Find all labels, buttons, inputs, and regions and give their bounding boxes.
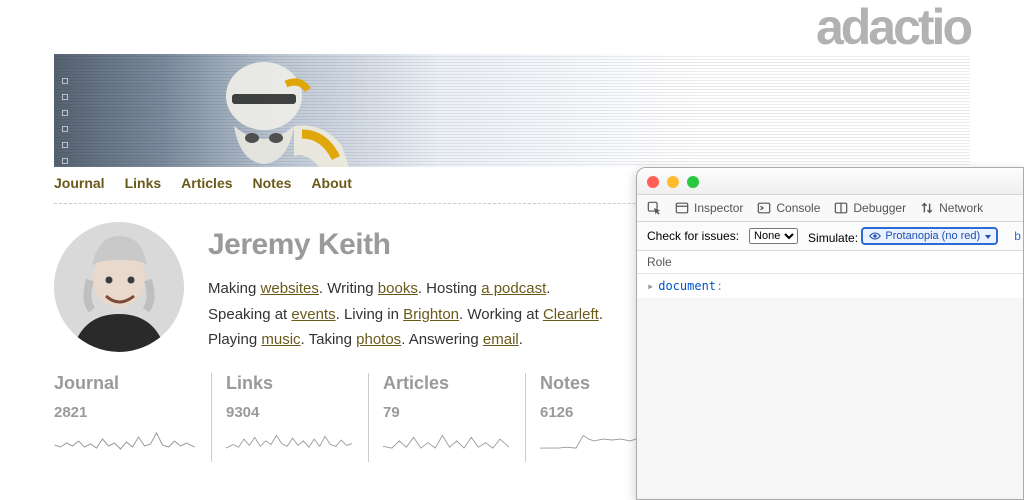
link-clearleft[interactable]: Clearleft <box>543 306 599 323</box>
minimize-window-button[interactable] <box>667 176 679 188</box>
stat-journal[interactable]: Journal 2821 <box>54 373 209 462</box>
link-photos[interactable]: photos <box>356 331 401 348</box>
stat-articles[interactable]: Articles 79 <box>368 373 523 462</box>
nav-item-journal[interactable]: Journal <box>54 175 105 191</box>
debugger-icon <box>834 201 848 215</box>
tab-debugger[interactable]: Debugger <box>834 201 906 215</box>
tab-network[interactable]: Network <box>920 201 983 215</box>
link-brighton[interactable]: Brighton <box>403 306 459 323</box>
truncated-text: b <box>1014 229 1021 243</box>
banner-illustration-stormtrooper <box>184 56 384 167</box>
simulate-select[interactable]: Protanopia (no red) <box>861 227 998 245</box>
stat-count: 9304 <box>226 404 352 421</box>
sparkline-links <box>226 427 352 453</box>
element-picker-icon <box>647 201 661 215</box>
check-issues-select[interactable]: None <box>749 228 798 244</box>
devtools-tabs: Inspector Console Debugger Network <box>637 194 1023 222</box>
link-music[interactable]: music <box>261 331 300 348</box>
accessibility-role-header: Role <box>637 251 1023 274</box>
network-icon <box>920 201 934 215</box>
sparkline-articles <box>383 427 509 453</box>
accessibility-tree-row[interactable]: ▸document: <box>637 274 1023 298</box>
link-podcast[interactable]: a podcast <box>481 280 546 297</box>
nav-item-links[interactable]: Links <box>125 175 162 191</box>
banner-ornament-squares <box>62 78 68 164</box>
link-events[interactable]: events <box>291 306 335 323</box>
simulate-label: Simulate: <box>808 231 858 245</box>
eye-icon <box>869 230 881 242</box>
nav-item-about[interactable]: About <box>311 175 351 191</box>
tab-label: Network <box>939 201 983 215</box>
tab-label: Inspector <box>694 201 743 215</box>
bio-line-2: Speaking at events. Living in Brighton. … <box>208 302 603 328</box>
link-email[interactable]: email <box>483 331 519 348</box>
nav-item-articles[interactable]: Articles <box>181 175 232 191</box>
inspector-icon <box>675 201 689 215</box>
link-books[interactable]: books <box>378 280 418 297</box>
simulate-value: Protanopia (no red) <box>885 230 980 242</box>
stat-label: Articles <box>383 373 509 394</box>
stat-count: 2821 <box>54 404 195 421</box>
stat-label: Journal <box>54 373 195 394</box>
pick-element-button[interactable] <box>647 201 661 215</box>
link-websites[interactable]: websites <box>261 280 319 297</box>
bio-line-1: Making websites. Writing books. Hosting … <box>208 276 603 302</box>
tab-label: Debugger <box>853 201 906 215</box>
sparkline-journal <box>54 427 195 453</box>
stat-links[interactable]: Links 9304 <box>211 373 366 462</box>
tab-console[interactable]: Console <box>757 201 820 215</box>
zoom-window-button[interactable] <box>687 176 699 188</box>
window-traffic-lights <box>637 168 1023 194</box>
console-icon <box>757 201 771 215</box>
bio-line-3: Playing music. Taking photos. Answering … <box>208 327 603 353</box>
close-window-button[interactable] <box>647 176 659 188</box>
stat-count: 79 <box>383 404 509 421</box>
header-banner <box>54 54 970 167</box>
check-issues-label: Check for issues: <box>647 229 739 243</box>
devtools-window: Inspector Console Debugger Network Check… <box>636 167 1024 500</box>
nav-item-notes[interactable]: Notes <box>253 175 292 191</box>
site-brand: adactio <box>54 0 970 52</box>
profile-name: Jeremy Keith <box>208 228 603 262</box>
stat-label: Links <box>226 373 352 394</box>
tab-label: Console <box>776 201 820 215</box>
avatar <box>54 222 184 352</box>
disclosure-triangle-icon[interactable]: ▸ <box>647 279 654 293</box>
tab-inspector[interactable]: Inspector <box>675 201 743 215</box>
